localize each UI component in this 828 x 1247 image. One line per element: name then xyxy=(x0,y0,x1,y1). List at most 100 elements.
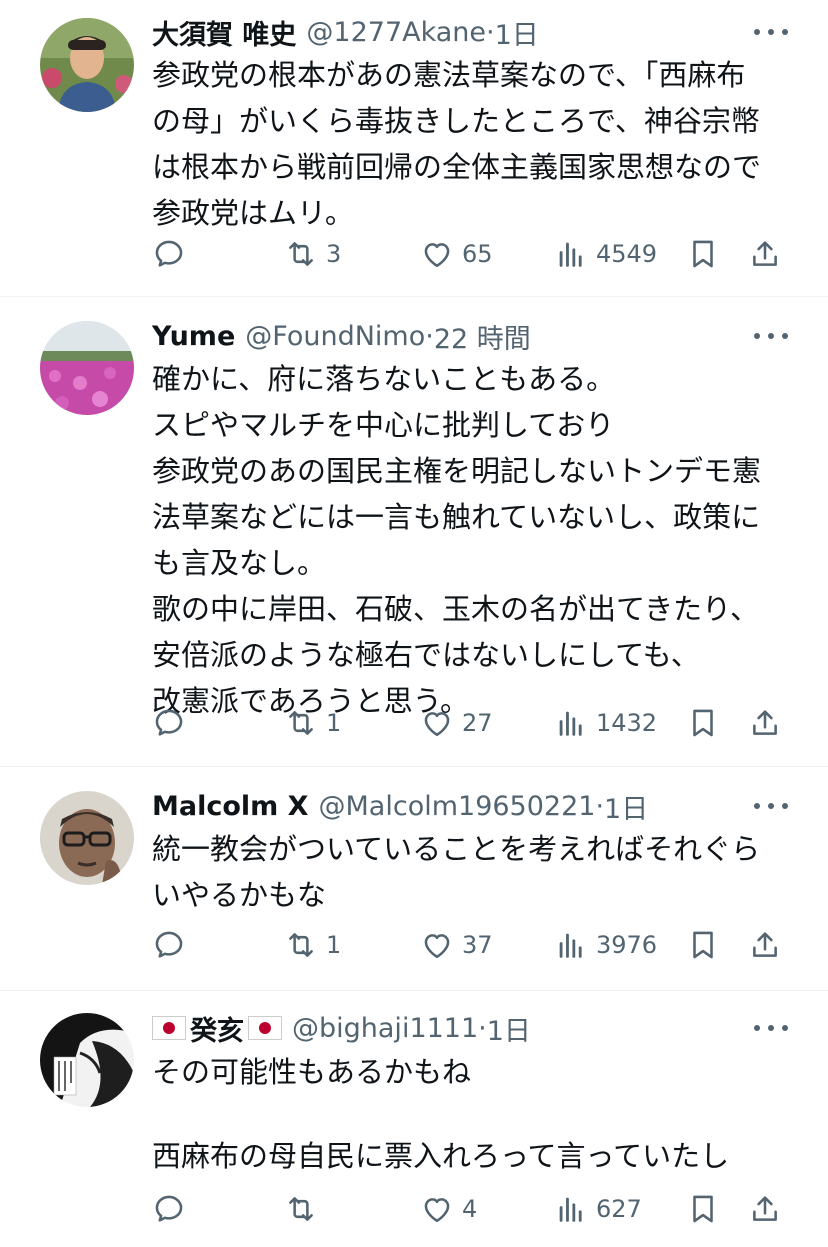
retweet-button[interactable]: 3 xyxy=(284,234,341,274)
reply-button[interactable] xyxy=(152,925,186,965)
like-button[interactable]: 4 xyxy=(420,1189,477,1229)
share-icon xyxy=(753,1196,777,1221)
author-name[interactable]: 癸亥 xyxy=(190,1009,244,1048)
bookmark-button[interactable] xyxy=(686,1189,720,1229)
bookmark-icon xyxy=(693,1195,713,1223)
tweet-line: 統一教会がついていることを考えればそれぐら xyxy=(152,832,761,866)
tweet-line: 歌の中に岸田、石破、玉木の名が出てきたり、 xyxy=(152,592,759,626)
bookmark-button[interactable] xyxy=(686,703,720,743)
like-button[interactable]: 65 xyxy=(420,234,493,274)
retweet-icon xyxy=(289,242,313,266)
separator-dot: · xyxy=(595,790,605,822)
tweet-line: スピやマルチを中心に批判しており xyxy=(152,408,615,442)
views-count: 627 xyxy=(596,1195,642,1223)
retweet-button[interactable]: 1 xyxy=(284,703,341,743)
timestamp[interactable]: 1日 xyxy=(487,1009,531,1048)
share-button[interactable] xyxy=(748,234,782,274)
more-icon[interactable] xyxy=(754,1018,788,1038)
share-button[interactable] xyxy=(748,1189,782,1229)
tweet-3[interactable]: Malcolm X @Malcolm19650221 · 1日 統一教会がついて… xyxy=(0,767,828,990)
views-count: 3976 xyxy=(596,931,658,959)
like-count: 27 xyxy=(462,709,493,737)
views-count: 1432 xyxy=(596,709,658,737)
tweet-2[interactable]: Yume @FoundNimo · 22 時間 確かに、府に落ちないこともある。… xyxy=(0,297,828,766)
author-handle[interactable]: @FoundNimo xyxy=(245,321,425,352)
tweet-header: 癸亥 @bighaji1111 · 1日 xyxy=(152,1008,531,1048)
tweet-text: その可能性もあるかもね 西麻布の母自民に票入れろって言っていたし xyxy=(152,1049,792,1179)
bookmark-icon xyxy=(693,931,713,959)
tweet-text: 確かに、府に落ちないこともある。 スピやマルチを中心に批判しており 参政党のあの… xyxy=(152,356,792,724)
share-button[interactable] xyxy=(748,703,782,743)
avatar[interactable] xyxy=(40,791,134,885)
bookmark-button[interactable] xyxy=(686,234,720,274)
retweet-button[interactable] xyxy=(284,1189,326,1229)
heart-icon xyxy=(424,1198,450,1223)
avatar[interactable] xyxy=(40,1013,134,1107)
author-name[interactable]: Malcolm X xyxy=(152,791,309,822)
tweet-line: その可能性もあるかもね xyxy=(152,1055,472,1089)
timestamp[interactable]: 1日 xyxy=(604,787,648,826)
heart-icon xyxy=(424,934,450,959)
heart-icon xyxy=(424,243,450,268)
reply-button[interactable] xyxy=(152,1189,186,1229)
retweet-count: 1 xyxy=(326,931,342,959)
action-bar: 4 627 xyxy=(152,1189,792,1229)
share-icon xyxy=(753,710,777,735)
japan-flag-icon xyxy=(248,1016,282,1040)
author-name[interactable]: 大須賀 唯史 xyxy=(152,13,296,52)
more-icon[interactable] xyxy=(754,326,788,346)
tweet-line: 参政党の根本があの憲法草案なので、「西麻布 xyxy=(152,58,746,92)
bookmark-icon xyxy=(693,240,713,268)
views-button[interactable]: 4549 xyxy=(554,234,657,274)
share-button[interactable] xyxy=(748,925,782,965)
tweet-text: 参政党の根本があの憲法草案なので、「西麻布 の母」がいくら毒抜きしたところで、神… xyxy=(152,52,792,236)
tweet-line: 参政党はムリ。 xyxy=(152,196,354,230)
tweet-line: いやるかもな xyxy=(152,878,327,912)
tweet-header: 大須賀 唯史 @1277Akane · 1日 xyxy=(152,12,539,52)
more-icon[interactable] xyxy=(754,796,788,816)
reply-button[interactable] xyxy=(152,703,186,743)
reply-icon xyxy=(155,1195,183,1222)
japan-flag-icon xyxy=(152,1016,186,1040)
avatar[interactable] xyxy=(40,18,134,112)
like-button[interactable]: 27 xyxy=(420,703,493,743)
views-icon xyxy=(559,933,582,958)
tweet-1[interactable]: 大須賀 唯史 @1277Akane · 1日 参政党の根本があの憲法草案なので、… xyxy=(0,0,828,296)
author-name[interactable]: Yume xyxy=(152,321,235,352)
timestamp[interactable]: 1日 xyxy=(495,13,539,52)
views-button[interactable]: 3976 xyxy=(554,925,657,965)
retweet-icon xyxy=(289,1197,313,1221)
tweet-line: 参政党のあの国民主権を明記しないトンデモ憲 xyxy=(152,454,762,488)
timestamp[interactable]: 22 時間 xyxy=(434,317,531,356)
views-button[interactable]: 1432 xyxy=(554,703,657,743)
tweet-line: 安倍派のような極右ではないしにしても、 xyxy=(152,638,700,672)
heart-icon xyxy=(424,712,450,737)
retweet-icon xyxy=(289,711,313,735)
like-count: 65 xyxy=(462,240,493,268)
bookmark-icon xyxy=(693,709,713,737)
like-button[interactable]: 37 xyxy=(420,925,493,965)
more-icon[interactable] xyxy=(754,22,788,42)
like-count: 4 xyxy=(462,1195,478,1223)
views-count: 4549 xyxy=(596,240,658,268)
reply-icon xyxy=(155,931,183,958)
bookmark-button[interactable] xyxy=(686,925,720,965)
views-icon xyxy=(559,711,582,736)
reply-button[interactable] xyxy=(152,234,186,274)
reply-icon xyxy=(155,709,183,736)
tweet-4[interactable]: 癸亥 @bighaji1111 · 1日 その可能性もあるかもね 西麻布の母自民… xyxy=(0,991,828,1247)
share-icon xyxy=(753,241,777,266)
author-handle[interactable]: @1277Akane xyxy=(306,17,486,48)
avatar[interactable] xyxy=(40,321,134,415)
action-bar: 1 27 1432 xyxy=(152,703,792,743)
author-handle[interactable]: @bighaji1111 xyxy=(292,1013,478,1044)
action-bar: 3 65 4549 xyxy=(152,234,792,274)
tweet-line: の母」がいくら毒抜きしたところで、神谷宗幣 xyxy=(152,104,760,138)
tweet-line: 法草案などには一言も触れていないし、政策に xyxy=(152,500,761,534)
author-handle[interactable]: @Malcolm19650221 xyxy=(319,791,596,822)
separator-dot: · xyxy=(486,16,495,48)
retweet-button[interactable]: 1 xyxy=(284,925,341,965)
views-button[interactable]: 627 xyxy=(554,1189,642,1229)
tweet-line: 西麻布の母自民に票入れろって言っていたし xyxy=(152,1139,730,1173)
tweet-line xyxy=(152,1095,792,1133)
